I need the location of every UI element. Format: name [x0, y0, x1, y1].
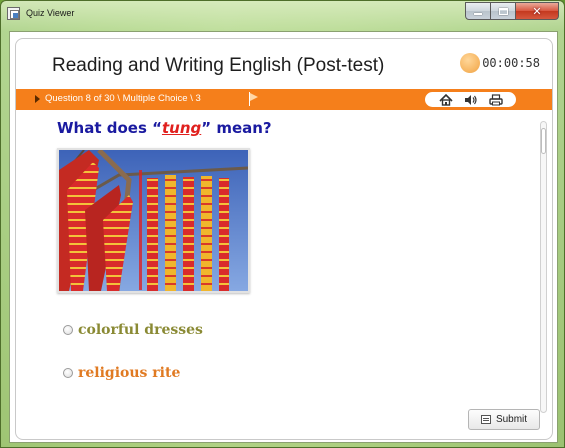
banner-photo	[59, 150, 248, 291]
radio-button[interactable]	[63, 325, 73, 335]
answer-option-1[interactable]: colorful dresses	[63, 322, 203, 338]
minimize-button[interactable]	[465, 2, 491, 20]
arrow-icon	[35, 95, 40, 103]
maximize-icon	[498, 7, 508, 15]
question-image	[57, 148, 250, 293]
answer-option-2[interactable]: religious rite	[63, 365, 180, 381]
scroll-thumb[interactable]	[541, 128, 546, 154]
quiz-viewer-icon	[7, 6, 20, 20]
quiz-viewer-window: Quiz Viewer ✕ Reading and Writing Englis…	[0, 0, 565, 448]
flag-icon[interactable]	[248, 91, 260, 107]
option-label: colorful dresses	[78, 322, 203, 338]
timer: 00:00:58	[460, 53, 540, 73]
scrollbar[interactable]	[540, 121, 547, 413]
submit-icon	[480, 415, 491, 424]
minimize-icon	[474, 13, 482, 15]
quiz-title: Reading and Writing English (Post-test)	[52, 55, 385, 76]
home-icon[interactable]	[438, 93, 454, 106]
close-button[interactable]: ✕	[516, 2, 559, 20]
printer-icon[interactable]	[488, 93, 504, 106]
speaker-icon[interactable]	[463, 93, 479, 106]
question-word: tung	[161, 119, 202, 137]
question-prefix: What does “	[57, 119, 162, 137]
window-controls: ✕	[465, 2, 559, 20]
question-info-bar: Question 8 of 30 \ Multiple Choice \ 3	[16, 89, 552, 110]
maximize-button[interactable]	[491, 2, 516, 20]
radio-button[interactable]	[63, 368, 73, 378]
window-title: Quiz Viewer	[26, 8, 75, 18]
submit-label: Submit	[495, 414, 528, 425]
client-area: Reading and Writing English (Post-test) …	[9, 31, 558, 443]
option-label: religious rite	[78, 365, 181, 381]
timer-icon	[460, 53, 481, 73]
quiz-header: Reading and Writing English (Post-test) …	[16, 39, 552, 87]
timer-text: 00:00:58	[482, 56, 540, 70]
question-suffix: ” mean?	[201, 119, 272, 137]
question-info: Question 8 of 30 \ Multiple Choice \ 3	[45, 93, 201, 104]
tools-bar	[425, 92, 516, 107]
title-bar[interactable]: Quiz Viewer ✕	[1, 1, 564, 31]
question-text: What does “tung” mean?	[57, 119, 272, 137]
quiz-frame: Reading and Writing English (Post-test) …	[15, 38, 553, 440]
submit-button[interactable]: Submit	[468, 409, 540, 430]
close-icon: ✕	[532, 4, 542, 18]
